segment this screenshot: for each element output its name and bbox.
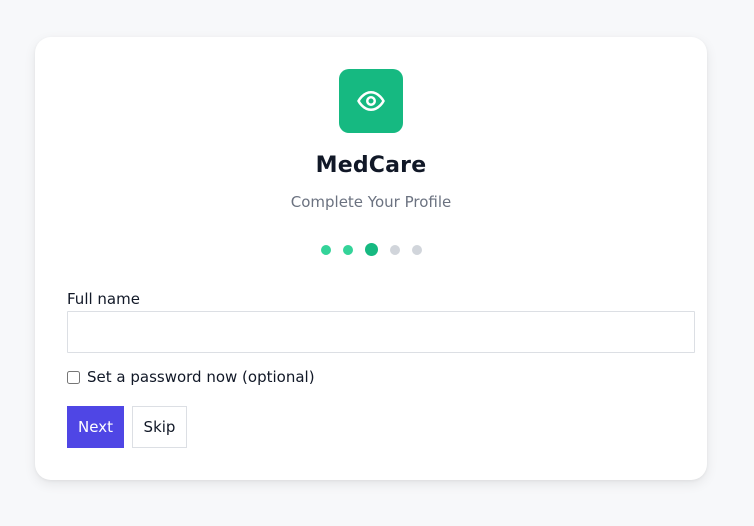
app-logo bbox=[339, 69, 403, 133]
step-dot-4 bbox=[389, 244, 400, 255]
set-password-checkbox[interactable] bbox=[67, 370, 80, 384]
set-password-row: Set a password now (optional) bbox=[67, 368, 315, 386]
page-subtitle: Complete Your Profile bbox=[290, 193, 452, 211]
step-dot-5 bbox=[411, 244, 422, 255]
eye-icon bbox=[357, 91, 385, 111]
skip-button[interactable]: Skip bbox=[132, 406, 187, 448]
step-dot-1 bbox=[320, 244, 331, 255]
full-name-label: Full name bbox=[67, 290, 140, 308]
app-name: MedCare bbox=[315, 153, 427, 178]
set-password-label[interactable]: Set a password now (optional) bbox=[87, 368, 315, 386]
full-name-input[interactable] bbox=[67, 311, 695, 353]
step-indicator bbox=[35, 243, 707, 256]
next-button[interactable]: Next bbox=[67, 406, 124, 448]
step-dot-2 bbox=[342, 244, 353, 255]
profile-card: MedCare Complete Your Profile Full name … bbox=[35, 37, 707, 480]
step-dot-3-current bbox=[364, 243, 378, 256]
